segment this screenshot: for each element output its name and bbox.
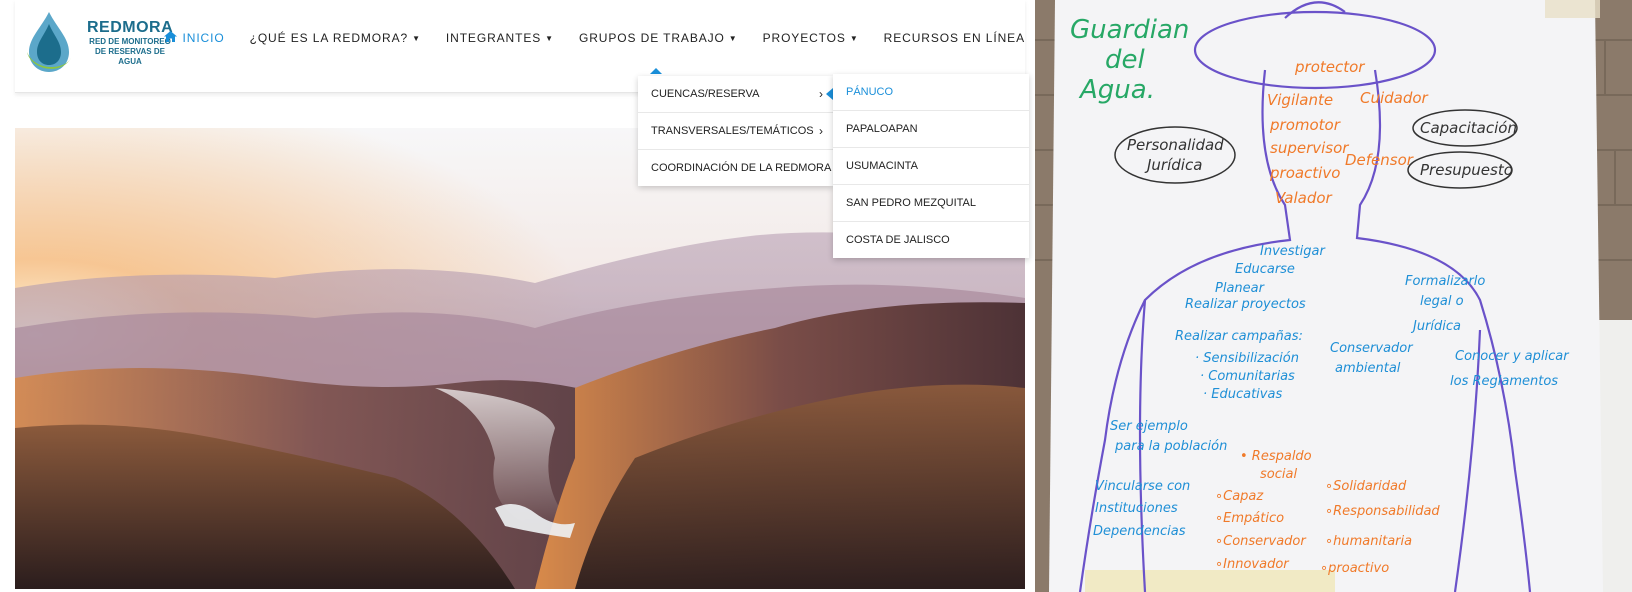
chevron-down-icon: ▼ xyxy=(412,33,421,43)
body-word: los Reglamentos xyxy=(1450,374,1558,389)
body-word: · Comunitarias xyxy=(1200,369,1295,384)
chevron-down-icon: ▼ xyxy=(728,33,738,43)
submenu-item-usumacinta[interactable]: USUMACINTA xyxy=(833,148,1029,185)
chest-word: social xyxy=(1260,467,1297,482)
cuencas-submenu: PÁNUCO PAPALOAPAN USUMACINTA SAN PEDRO M… xyxy=(833,74,1029,258)
dropdown-item-coordinacion[interactable]: COORDINACIÓN DE LA REDMORA xyxy=(638,150,833,186)
body-word: Dependencias xyxy=(1093,524,1186,539)
nav-item-proyectos[interactable]: PROYECTOS ▼ xyxy=(763,31,859,45)
chest-word: ∘proactivo xyxy=(1320,561,1389,576)
body-word: para la población xyxy=(1114,439,1227,454)
body-word: Conocer y aplicar xyxy=(1455,349,1570,364)
submenu-item-costa-de-jalisco[interactable]: COSTA DE JALISCO xyxy=(833,222,1029,258)
nav-item-inicio[interactable]: INICIO xyxy=(163,31,225,45)
body-word: · Sensibilización xyxy=(1195,351,1299,366)
website-pane: REDMORA RED DE MONITOREO DE RESERVAS DE … xyxy=(0,0,1035,592)
body-word: Jurídica xyxy=(1410,319,1461,334)
nav-item-label: ¿QUÉ ES LA REDMORA? xyxy=(249,31,409,45)
body-word: legal o xyxy=(1420,294,1464,309)
nav-item-label: INTEGRANTES xyxy=(445,31,542,45)
nav-item-integrantes[interactable]: INTEGRANTES ▼ xyxy=(446,31,554,45)
grupos-dropdown-menu: CUENCAS/RESERVA › TRANSVERSALES/TEMÁTICO… xyxy=(638,76,833,186)
head-word: promotor xyxy=(1269,116,1341,134)
chest-word: ∘Empático xyxy=(1215,511,1284,526)
submenu-pointer xyxy=(826,88,833,100)
nav-item-label: PROYECTOS xyxy=(762,31,846,45)
cloud-right-bottom: Presupuesto xyxy=(1420,161,1513,179)
nav-item-label: INICIO xyxy=(182,31,225,45)
dropdown-item-label: CUENCAS/RESERVA xyxy=(651,88,760,100)
nav-item-label: GRUPOS DE TRABAJO xyxy=(578,31,725,45)
chest-word: ∘Solidaridad xyxy=(1325,479,1407,494)
submenu-item-san-pedro-mezquital[interactable]: SAN PEDRO MEZQUITAL xyxy=(833,185,1029,222)
submenu-item-panuco[interactable]: PÁNUCO xyxy=(833,74,1029,111)
water-drop-logo-icon xyxy=(27,12,71,72)
nav-item-recursos[interactable]: RECURSOS EN LÍNEA xyxy=(884,31,1025,45)
poster-photo: Guardian del Agua. Personalidad Jurídica… xyxy=(1035,0,1632,592)
poster-title-line2: del xyxy=(1105,45,1146,75)
head-word: Vigilante xyxy=(1267,91,1333,109)
chest-word: ∘Innovador xyxy=(1215,557,1290,572)
dropdown-item-cuencas[interactable]: CUENCAS/RESERVA › xyxy=(638,76,833,113)
head-word: supervisor xyxy=(1270,139,1349,157)
nav-item-grupos[interactable]: GRUPOS DE TRABAJO ▼ xyxy=(579,31,738,45)
body-word: Realizar proyectos xyxy=(1185,297,1306,312)
head-word: proactivo xyxy=(1269,164,1340,182)
cloud-right-top: Capacitación xyxy=(1420,119,1517,137)
body-word: Realizar campañas: xyxy=(1175,329,1303,344)
chest-word: ∘humanitaria xyxy=(1325,534,1412,549)
hat-word: protector xyxy=(1294,58,1365,76)
body-word: ambiental xyxy=(1335,361,1401,376)
body-word: Formalizarlo xyxy=(1405,274,1485,289)
dropdown-item-label: TRANSVERSALES/TEMÁTICOS xyxy=(651,125,814,137)
home-icon xyxy=(163,31,177,45)
cloud-left-line1: Personalidad xyxy=(1127,136,1224,154)
poster-title-line3: Agua. xyxy=(1078,75,1155,105)
chevron-down-icon: ▼ xyxy=(849,33,859,43)
chevron-down-icon: ▼ xyxy=(545,33,554,43)
body-word: · Educativas xyxy=(1203,387,1282,402)
head-word: Valador xyxy=(1275,189,1333,207)
submenu-item-papaloapan[interactable]: PAPALOAPAN xyxy=(833,111,1029,148)
body-word: Planear xyxy=(1215,281,1266,296)
brand-subtitle-line2: DE RESERVAS DE AGUA xyxy=(95,47,165,66)
chevron-right-icon: › xyxy=(819,124,823,138)
body-word: Vincularse con xyxy=(1095,479,1190,494)
head-word: Cuidador xyxy=(1360,89,1429,107)
chest-word: ∘Responsabilidad xyxy=(1325,504,1440,519)
body-word: Instituciones xyxy=(1095,501,1178,516)
poster-title-line1: Guardian xyxy=(1070,15,1189,45)
dropdown-item-label: COORDINACIÓN DE LA REDMORA xyxy=(651,162,832,174)
body-word: Ser ejemplo xyxy=(1110,419,1188,434)
cloud-left-line2: Jurídica xyxy=(1144,156,1202,174)
dropdown-pointer xyxy=(650,68,662,74)
dropdown-item-transversales[interactable]: TRANSVERSALES/TEMÁTICOS › xyxy=(638,113,833,150)
nav-item-que-es[interactable]: ¿QUÉ ES LA REDMORA? ▼ xyxy=(250,31,421,45)
body-word: Conservador xyxy=(1330,341,1414,356)
chest-word: • Respaldo xyxy=(1240,449,1312,464)
body-word: Investigar xyxy=(1260,244,1326,259)
nav-item-label: RECURSOS EN LÍNEA xyxy=(883,31,1025,45)
head-word: Defensor xyxy=(1345,151,1414,169)
chest-word: ∘Conservador xyxy=(1215,534,1307,549)
chevron-right-icon: › xyxy=(819,87,823,101)
body-word: Educarse xyxy=(1235,262,1295,277)
chest-word: ∘Capaz xyxy=(1215,489,1264,504)
main-nav: INICIO ¿QUÉ ES LA REDMORA? ▼ INTEGRANTES… xyxy=(139,31,1025,45)
